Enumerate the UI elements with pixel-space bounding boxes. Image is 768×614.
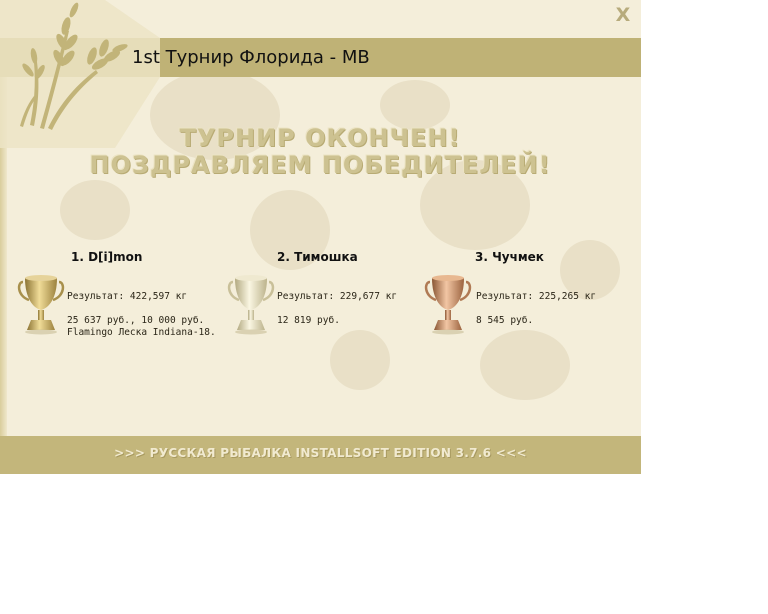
winner-1-result: Результат: 422,597 кг: [67, 291, 188, 302]
winner-3-prize-money: 8 545 руб.: [476, 315, 534, 326]
texture-blob: [380, 80, 450, 130]
winner-1-prize-item: Flamingo Леска Indiana-18.: [67, 327, 216, 338]
headline-tournament-over: ТУРНИР ОКОНЧЕН!: [179, 124, 461, 152]
texture-blob: [60, 180, 130, 240]
window-title: 1st Турнир Флорида - MB: [132, 47, 370, 68]
footer-edition-text: >>> РУССКАЯ РЫБАЛКА INSTALLSOFT EDITION …: [114, 446, 527, 460]
winner-3-name: 3. Чучмек: [475, 250, 544, 264]
winner-2-name: 2. Тимошка: [277, 250, 358, 264]
winner-2-result: Результат: 229,677 кг: [277, 291, 398, 302]
tournament-results-dialog: 1st Турнир Флорида - MB X ТУРНИР ОКОНЧЕН…: [0, 0, 641, 474]
winner-3-result: Результат: 225,265 кг: [476, 291, 597, 302]
bronze-cup-icon: [424, 275, 472, 335]
winner-1-name: 1. D[i]mon: [71, 250, 143, 264]
silver-cup-icon: [227, 275, 275, 335]
winner-2-prize-money: 12 819 руб.: [277, 315, 340, 326]
close-button[interactable]: X: [612, 4, 634, 26]
texture-blob: [330, 330, 390, 390]
headline-congratulations: ПОЗДРАВЛЯЕМ ПОБЕДИТЕЛЕЙ!: [89, 151, 551, 179]
texture-blob: [480, 330, 570, 400]
winner-1-prize-money: 25 637 руб., 10 000 руб.: [67, 315, 205, 326]
gold-cup-icon: [17, 275, 65, 335]
